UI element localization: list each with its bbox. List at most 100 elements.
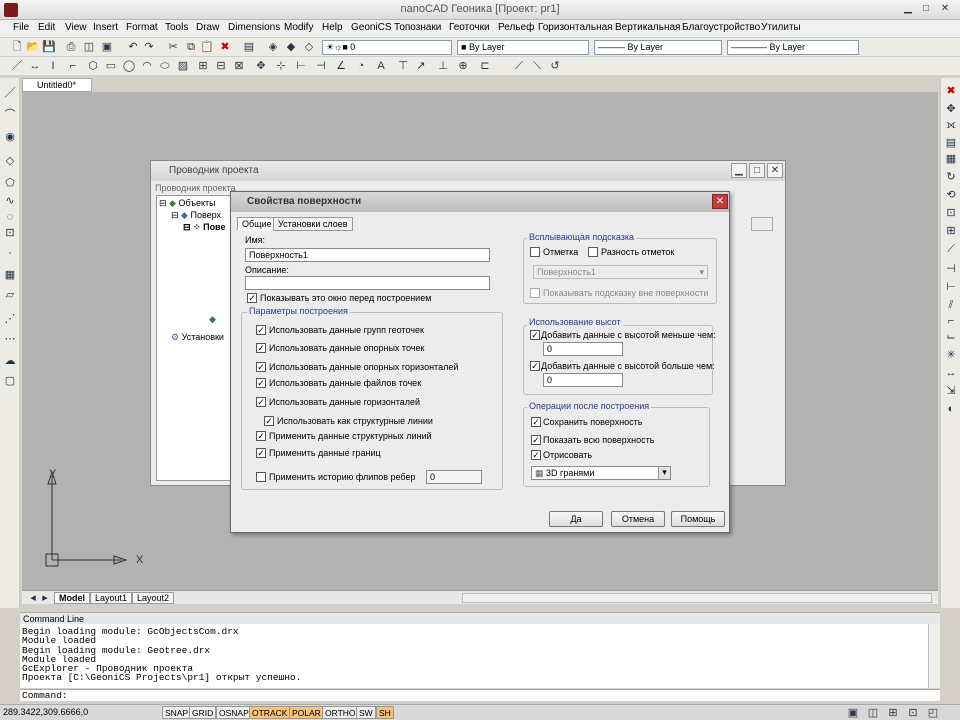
minimize-icon[interactable]: ▁ [900, 2, 916, 17]
wipeout-tool-icon[interactable]: ▢ [3, 374, 17, 388]
layers-icon[interactable]: ◈ [266, 40, 280, 54]
text-icon[interactable]: A [374, 59, 388, 73]
menu-relief[interactable]: Рельеф [498, 22, 534, 33]
ok-button[interactable]: Да [549, 511, 603, 527]
dim-aligned-icon[interactable]: ⊣ [314, 59, 328, 73]
render-checkbox[interactable]: ✓ [531, 450, 541, 460]
explorer-minimize-icon[interactable]: ▁ [731, 163, 747, 178]
tooltip-diff-checkbox[interactable] [588, 247, 598, 257]
stretch-tool-icon[interactable]: ⊞ [944, 224, 958, 238]
divide-tool-icon[interactable]: ⋯ [3, 332, 17, 346]
lineweight-combo[interactable]: ———— By Layer [727, 40, 859, 55]
redo-icon[interactable]: ↷ [142, 40, 156, 54]
description-field[interactable] [245, 276, 490, 290]
polyline-icon[interactable]: ⌐ [66, 59, 80, 73]
rect-tool-icon[interactable]: ◇ [3, 154, 17, 168]
dim-edit-icon[interactable]: ⟋ [512, 59, 526, 73]
circle-tool-icon[interactable]: ◉ [3, 130, 17, 144]
arc-tool-icon[interactable]: ⌒ [3, 108, 17, 122]
preview-icon[interactable]: ◫ [82, 40, 96, 54]
height-lower-checkbox[interactable]: ✓ [530, 330, 540, 340]
line-icon[interactable]: ／ [10, 59, 24, 73]
dim-update-icon[interactable]: ↺ [548, 59, 562, 73]
polygon-icon[interactable]: ⬡ [86, 59, 100, 73]
rectangle-icon[interactable]: ▭ [104, 59, 118, 73]
copy-tool-icon[interactable]: ✥ [944, 102, 958, 116]
status-tray-icon[interactable]: ⊞ [886, 706, 900, 720]
ortho-toggle[interactable]: ORTHO [322, 706, 359, 719]
status-tray-icon[interactable]: ⊡ [906, 706, 920, 720]
tooltip-mark-checkbox[interactable] [530, 247, 540, 257]
rotate-tool-icon[interactable]: ⟲ [944, 188, 958, 202]
menu-edit[interactable]: Edit [38, 22, 55, 33]
save-icon[interactable]: 💾 [42, 40, 56, 54]
mirror-tool-icon[interactable]: ⟗ [944, 118, 958, 132]
move-icon[interactable]: ✥ [254, 59, 268, 73]
center-mark-icon[interactable]: ⊕ [456, 59, 470, 73]
flip-history-field[interactable]: 0 [426, 470, 482, 484]
match-tool-icon[interactable]: ◐ [944, 402, 958, 416]
erase-icon[interactable]: ✖ [218, 40, 232, 54]
apply-flip-history-checkbox[interactable] [256, 472, 266, 482]
arc-icon[interactable]: ◠ [140, 59, 154, 73]
menu-view[interactable]: View [65, 22, 87, 33]
explode-tool-icon[interactable]: ✳ [944, 348, 958, 362]
name-field[interactable]: Поверхность1 [245, 248, 490, 262]
dim-angle-icon[interactable]: ∠ [334, 59, 348, 73]
new-icon[interactable]: 🗋 [10, 40, 24, 54]
tolerance-icon[interactable]: ⊥ [436, 59, 450, 73]
layer-state-icon[interactable]: ◆ [284, 40, 298, 54]
polar-toggle[interactable]: POLAR [289, 706, 324, 719]
status-tray-icon[interactable]: ◰ [926, 706, 940, 720]
help-button[interactable]: Помощь [671, 511, 725, 527]
use-control-contours-checkbox[interactable]: ✓ [256, 362, 266, 372]
sh-toggle[interactable]: SH [376, 706, 394, 719]
tooltip-surface-select[interactable]: Поверхность1 ▾ [533, 265, 708, 279]
leader-icon[interactable]: ↗ [414, 59, 428, 73]
horizontal-scrollbar[interactable] [462, 593, 932, 603]
snap-toggle[interactable]: SNAP [162, 706, 192, 719]
height-higher-checkbox[interactable]: ✓ [530, 361, 540, 371]
render-mode-select[interactable]: ▦ 3D гранями ▾ [531, 466, 671, 480]
fillet-tool-icon[interactable]: ⌙ [944, 330, 958, 344]
apply-breaklines-checkbox[interactable]: ✓ [256, 431, 266, 441]
chamfer-tool-icon[interactable]: ⌐ [944, 314, 958, 328]
lengthen-tool-icon[interactable]: ↔ [944, 366, 958, 380]
undo-icon[interactable]: ↶ [126, 40, 140, 54]
tree-node-surfaces[interactable]: ⊟ ◆ Поверх [171, 210, 221, 221]
status-tray-icon[interactable]: ▣ [846, 706, 860, 720]
tree-node-objects[interactable]: ⊟ ◆ Объекты [159, 198, 216, 209]
spline-tool-icon[interactable]: ∿ [3, 194, 17, 208]
status-tray-icon[interactable]: ◫ [866, 706, 880, 720]
paste-icon[interactable]: 📋 [200, 40, 214, 54]
tree-node-surface[interactable]: ⊟ ⁘ Пове [183, 222, 225, 233]
menu-help[interactable]: Help [322, 22, 343, 33]
use-point-files-checkbox[interactable]: ✓ [256, 378, 266, 388]
color-combo[interactable]: ■ By Layer [457, 40, 589, 55]
otrack-toggle[interactable]: OTRACK [249, 706, 291, 719]
tab-model[interactable]: Model [54, 592, 90, 604]
tab-general[interactable]: Общие [237, 217, 277, 231]
menu-draw[interactable]: Draw [196, 22, 219, 33]
use-contours-checkbox[interactable]: ✓ [256, 397, 266, 407]
layer-previous-icon[interactable]: ◇ [302, 40, 316, 54]
close-icon[interactable]: ✕ [937, 2, 953, 17]
dim-text-edit-icon[interactable]: ⟍ [530, 59, 544, 73]
height-higher-field[interactable]: 0 [543, 373, 623, 387]
layer-combo[interactable]: ☀☼■ 0 [322, 40, 452, 55]
scale-tool-icon[interactable]: ⊡ [944, 206, 958, 220]
tree-node-icon[interactable]: ◆ [209, 314, 216, 325]
ellipse-icon[interactable]: ⬭ [158, 59, 172, 73]
menu-geopoints[interactable]: Геоточки [449, 22, 490, 33]
point-tool-icon[interactable]: · [3, 246, 17, 260]
revcloud-tool-icon[interactable]: ☁ [3, 354, 17, 368]
linetype-combo[interactable]: ——— By Layer [594, 40, 722, 55]
cut-icon[interactable]: ✂ [166, 40, 180, 54]
print-icon[interactable]: ⎙ [64, 40, 78, 54]
table-icon[interactable]: ⊟ [214, 59, 228, 73]
menu-vertical[interactable]: Вертикальная [615, 22, 680, 33]
polygon-tool-icon[interactable]: ⬠ [3, 176, 17, 190]
menu-dimensions[interactable]: Dimensions [228, 22, 280, 33]
use-control-points-checkbox[interactable]: ✓ [256, 343, 266, 353]
document-tab[interactable]: Untitled0* [22, 78, 92, 92]
